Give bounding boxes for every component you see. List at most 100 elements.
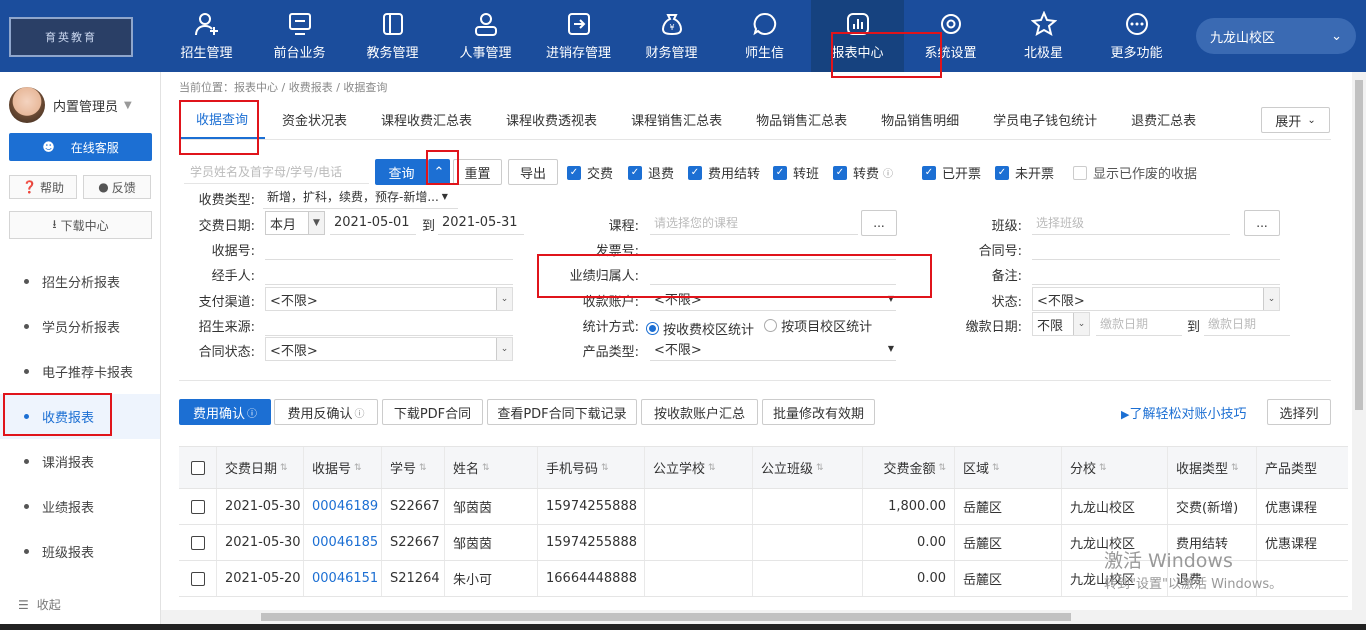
tab-goods-sales-detail[interactable]: 物品销售明细 [864,100,976,139]
checkbox-change-class[interactable]: ✓ 转班 [773,163,819,182]
date-from-input[interactable]: 2021-05-01 [330,211,416,235]
cell-receipt-link[interactable]: 00046151 [304,561,382,596]
col-receipt-type[interactable]: 收据类型 ⇅ [1168,447,1257,488]
col-region[interactable]: 区域 ⇅ [955,447,1062,488]
tab-fund-status[interactable]: 资金状况表 [265,100,364,139]
download-pdf-button[interactable]: 下载PDF合同 [382,399,483,425]
nav-hr[interactable]: 人事管理 [439,0,532,72]
batch-edit-validity-button[interactable]: 批量修改有效期 [762,399,875,425]
col-campus[interactable]: 分校 ⇅ [1062,447,1168,488]
course-picker-button[interactable]: ... [861,210,897,236]
sidebar-item-student-analysis[interactable]: 学员分析报表 [0,304,160,349]
sidebar-item-referral-card[interactable]: 电子推荐卡报表 [0,349,160,394]
fee-type-select[interactable]: 新增，扩科，续费，预存-新增... ▼ [263,185,458,209]
nav-front-desk[interactable]: 前台业务 [253,0,346,72]
course-input[interactable]: 请选择您的课程 [650,211,858,235]
checkbox-refund[interactable]: ✓ 退费 [628,163,674,182]
search-input[interactable]: 学员姓名及首字母/学号/电话 [184,160,369,184]
online-service-button[interactable]: ☻ 在线客服 [9,133,152,161]
download-center-button[interactable]: ⭳ 下载中心 [9,211,152,239]
cell-receipt-link[interactable]: 00046189 [304,489,382,524]
remark-input[interactable] [1032,261,1280,285]
row-checkbox[interactable] [179,489,217,524]
handler-input[interactable] [265,261,513,285]
scrollbar-thumb[interactable] [1355,80,1363,410]
col-receipt-no[interactable]: 收据号 ⇅ [304,447,382,488]
receipt-input[interactable] [265,236,513,260]
sidebar-item-class[interactable]: 班级报表 [0,529,160,574]
nav-inventory[interactable]: 进销存管理 [532,0,625,72]
collapse-sidebar-button[interactable]: ☰ 收起 [18,596,61,613]
date-range-select[interactable]: 本月 ▼ [265,211,325,235]
tab-refund-summary[interactable]: 退费汇总表 [1114,100,1213,139]
tab-course-fee-pivot[interactable]: 课程收费透视表 [489,100,614,139]
col-phone[interactable]: 手机号码 ⇅ [538,447,645,488]
tab-course-sales-summary[interactable]: 课程销售汇总表 [614,100,739,139]
question-icon: ⓘ [883,169,894,180]
col-amount[interactable]: 交费金额 ⇅ [863,447,955,488]
status-select[interactable]: <不限> ⌄ [1032,287,1280,311]
tab-goods-sales-summary[interactable]: 物品销售汇总表 [739,100,864,139]
row-checkbox[interactable] [179,561,217,596]
help-button[interactable]: ❓ 帮助 [9,175,77,199]
query-button[interactable]: 查询 [375,159,428,185]
checkbox-transfer[interactable]: ✓ 转费 ⓘ [833,163,893,182]
vertical-scrollbar[interactable] [1352,72,1366,610]
user-profile[interactable]: 内置管理员 ▼ [9,87,132,123]
contract-input[interactable] [1032,236,1280,260]
horizontal-scrollbar[interactable] [161,610,1366,624]
expand-button[interactable]: 展开 ⌄ [1261,107,1330,133]
row-checkbox[interactable] [179,525,217,560]
pdf-download-log-button[interactable]: 查看PDF合同下载记录 [487,399,637,425]
class-input[interactable]: 选择班级 [1032,211,1230,235]
col-pay-date[interactable]: 交费日期 ⇅ [217,447,304,488]
tab-wallet-stats[interactable]: 学员电子钱包统计 [976,100,1114,139]
select-columns-button[interactable]: 选择列 [1267,399,1331,425]
col-school-class[interactable]: 公立班级 ⇅ [753,447,863,488]
feedback-button[interactable]: ● 反馈 [83,175,151,199]
col-product-type[interactable]: 产品类型 [1257,447,1348,488]
scrollbar-thumb[interactable] [261,613,1071,621]
source-input[interactable] [265,312,513,336]
sidebar-item-performance[interactable]: 业绩报表 [0,484,160,529]
sidebar-item-enrollment-analysis[interactable]: 招生分析报表 [0,259,160,304]
tab-course-fee-summary[interactable]: 课程收费汇总表 [364,100,489,139]
checkbox-not-invoiced[interactable]: ✓ 未开票 [995,163,1054,182]
nav-finance[interactable]: ¥ 财务管理 [625,0,718,72]
cell-receipt-link[interactable]: 00046185 [304,525,382,560]
nav-messages[interactable]: 师生信 [718,0,811,72]
radio-by-fee-campus[interactable]: 按收费校区统计 [646,319,754,338]
col-school[interactable]: 公立学校 ⇅ [645,447,753,488]
account-summary-button[interactable]: 按收款账户汇总 [641,399,758,425]
nav-polaris[interactable]: 北极星 [997,0,1090,72]
col-student-no[interactable]: 学号 ⇅ [382,447,445,488]
paydate-from-input[interactable]: 缴款日期 [1096,312,1182,336]
date-to-input[interactable]: 2021-05-31 [438,211,524,235]
campus-select[interactable]: 九龙山校区 ⌄ [1196,18,1356,54]
fee-confirm-button[interactable]: 费用确认 ⓘ [179,399,271,425]
select-all-checkbox[interactable] [179,447,217,488]
nav-academic[interactable]: 教务管理 [346,0,439,72]
reset-button[interactable]: 重置 [453,159,502,185]
checkbox-show-void[interactable]: 显示已作废的收据 [1073,163,1197,182]
breadcrumb: 当前位置：报表中心 / 收费报表 / 收据查询 [179,81,388,94]
sort-icon: ⇅ [938,462,946,473]
paydate-to-input[interactable]: 缴款日期 [1204,312,1290,336]
table-row[interactable]: 2021-05-30 00046189 S22667 邹茵茵 159742558… [179,489,1348,525]
sidebar-item-consumption[interactable]: 课消报表 [0,439,160,484]
fee-unconfirm-button[interactable]: 费用反确认 ⓘ [274,399,378,425]
tips-link[interactable]: ▶了解轻松对账小技巧 [1121,403,1246,422]
checkbox-transfer-fee[interactable]: ✓ 费用结转 [688,163,760,182]
export-button[interactable]: 导出 [508,159,558,185]
nav-enrollment[interactable]: 招生管理 [160,0,253,72]
radio-by-project-campus[interactable]: 按项目校区统计 [764,316,872,335]
product-type-select[interactable]: <不限> ▼ [650,337,896,361]
nav-more[interactable]: 更多功能 [1090,0,1183,72]
contract-status-select[interactable]: <不限> ⌄ [265,337,513,361]
col-name[interactable]: 姓名 ⇅ [445,447,538,488]
class-picker-button[interactable]: ... [1244,210,1280,236]
checkbox-payment[interactable]: ✓ 交费 [567,163,613,182]
checkbox-invoiced[interactable]: ✓ 已开票 [922,163,981,182]
paydate-range-select[interactable]: 不限 ⌄ [1032,312,1090,336]
pay-channel-select[interactable]: <不限> ⌄ [265,287,513,311]
